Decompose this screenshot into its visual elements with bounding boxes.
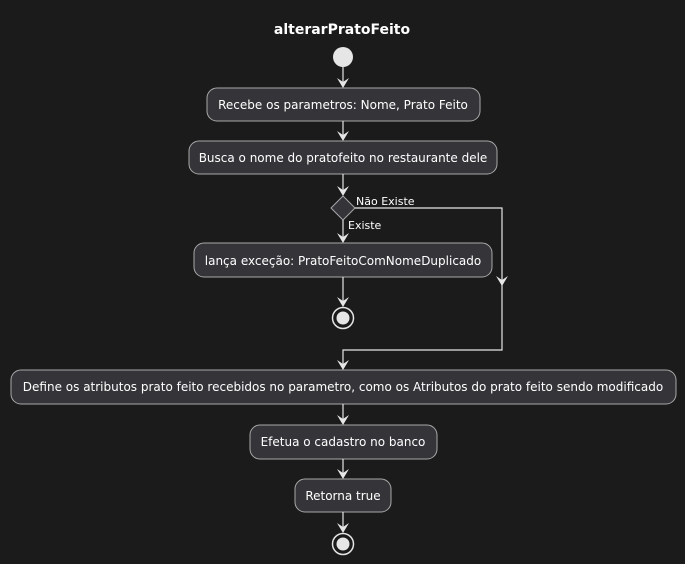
action-receive-params-label: Recebe os parametros: Nome, Prato Feito — [218, 98, 468, 112]
start-node — [333, 47, 353, 67]
action-return-true-label: Retorna true — [305, 489, 380, 503]
action-search-name-label: Busca o nome do pratofeito no restaurant… — [199, 151, 488, 165]
branch-false-label: Não Existe — [356, 195, 415, 208]
action-register-label: Efetua o cadastro no banco — [261, 435, 426, 449]
end-node-inner — [336, 537, 350, 551]
stop-node-inner — [336, 311, 350, 325]
action-throw-exception-label: lança exceção: PratoFeitoComNomeDuplicad… — [205, 254, 481, 268]
diagram-title: alterarPratoFeito — [274, 22, 411, 38]
edge-not-exists — [342, 207, 503, 368]
activity-diagram: alterarPratoFeito Recebe os parametros: … — [10, 22, 677, 556]
decision-diamond — [330, 195, 356, 221]
action-define-attributes-label: Define os atributos prato feito recebido… — [23, 380, 663, 394]
branch-true-label: Existe — [348, 219, 382, 232]
